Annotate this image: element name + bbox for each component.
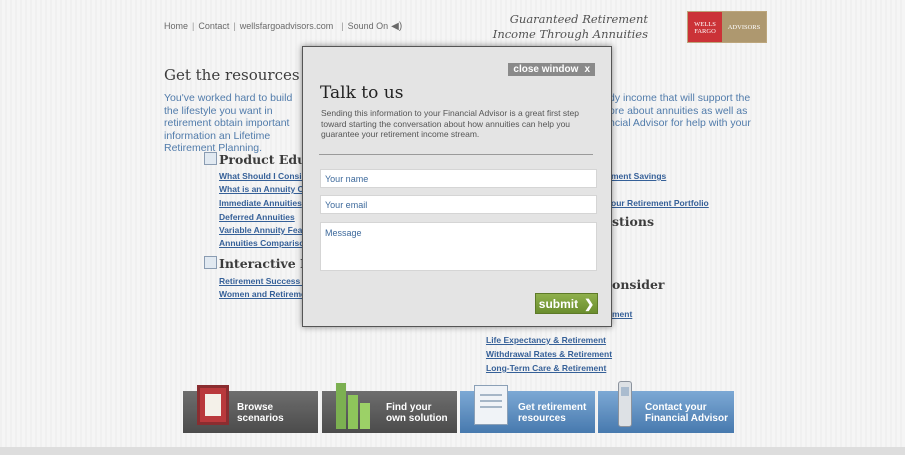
submit-label: submit [538,296,579,311]
close-label: close window [513,64,579,75]
modal-description: Sending this information to your Financi… [321,108,579,139]
talk-to-us-modal: close window x Talk to us Sending this in… [302,46,612,327]
email-input[interactable] [320,195,597,214]
name-input[interactable] [320,169,597,188]
page: Home | Contact | wellsfargoadvisors.com | Soun… [0,0,905,455]
close-window-button[interactable]: close window x [508,63,595,76]
message-textarea[interactable] [320,222,597,271]
chevron-right-icon: ❯ [584,296,595,311]
modal-title: Talk to us [320,83,404,103]
close-icon: x [584,64,590,75]
submit-button[interactable]: submit ❯ [535,293,598,314]
divider [319,154,593,155]
